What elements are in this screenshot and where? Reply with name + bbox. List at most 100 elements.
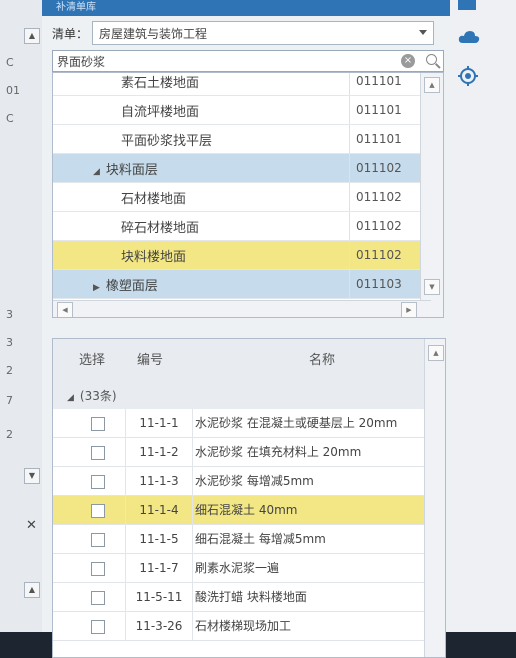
expanded-triangle-icon[interactable]: ◢ <box>93 167 100 177</box>
left-row-1: 01 <box>6 84 20 97</box>
tree-item-code: 011101 <box>349 96 429 124</box>
cloud-icon[interactable] <box>458 30 480 44</box>
table-row[interactable]: 11-1-2 水泥砂浆 在填充材料上 20mm <box>53 438 433 467</box>
tree-item-code: 011103 <box>349 270 429 298</box>
right-toolbar <box>450 0 516 632</box>
table-row[interactable]: 11-1-1 水泥砂浆 在混凝土或硬基层上 20mm <box>53 409 433 438</box>
target-icon[interactable] <box>458 66 478 86</box>
tree-scroll-down-button[interactable]: ▼ <box>424 279 440 295</box>
tree-item-code: 011102 <box>349 154 429 182</box>
list-select-value: 房屋建筑与装饰工程 <box>99 26 208 41</box>
row-code: 11-3-26 <box>125 612 193 641</box>
tree-item[interactable]: 自流坪楼地面 011101 <box>53 96 429 125</box>
row-code: 11-1-3 <box>125 467 193 496</box>
left-row-4: 3 <box>6 336 13 349</box>
table-row[interactable]: 11-1-4 细石混凝土 40mm <box>53 496 433 525</box>
row-name: 刷素水泥浆一遍 <box>195 561 280 575</box>
tree-horizontal-scrollbar[interactable]: ◀ ▶ <box>53 300 431 317</box>
row-code: 11-1-7 <box>125 554 193 583</box>
tree-item-label: 橡塑面层 <box>105 278 158 294</box>
grid-scroll-up-button[interactable]: ▲ <box>428 345 444 361</box>
grid-header: 选择 编号 名称 <box>53 339 433 384</box>
tree-scroll-left-button[interactable]: ◀ <box>57 302 73 317</box>
list-tree: ▶ 橡塑面层 011103 块料楼地面 011102 碎石材楼地面 011102 石材楼地面 0… <box>52 72 444 318</box>
chevron-down-icon <box>419 30 428 35</box>
collapsed-triangle-icon[interactable]: ▶ <box>93 283 100 293</box>
list-select[interactable]: 房屋建筑与装饰工程 <box>92 21 435 45</box>
tree-scroll-right-button[interactable]: ▶ <box>401 302 417 317</box>
tree-item-code: 011102 <box>349 241 429 269</box>
header-code[interactable]: 编号 <box>137 339 163 383</box>
tree-group[interactable]: ◢ 块料面层 011102 <box>53 154 429 183</box>
search-input[interactable]: 界面砂浆 <box>57 53 105 70</box>
tree-scroll-up-button[interactable]: ▲ <box>424 77 440 93</box>
search-box[interactable]: 界面砂浆 × <box>52 50 444 72</box>
tree-item-label: 块料面层 <box>105 162 158 178</box>
list-library-panel: 补清单库 清单： 房屋建筑与装饰工程 界面砂浆 × ▶ 橡塑面层 011103 块料楼… <box>42 0 450 658</box>
table-row[interactable]: 11-5-11 酸洗打蜡 块料楼地面 <box>53 583 433 612</box>
tree-item-code: 011102 <box>349 212 429 240</box>
row-checkbox[interactable] <box>91 504 105 518</box>
row-checkbox[interactable] <box>91 417 105 431</box>
row-code: 11-1-5 <box>125 525 193 554</box>
row-checkbox[interactable] <box>91 533 105 547</box>
grid-group-row[interactable]: ◢ (33条) <box>53 383 433 409</box>
grid-vertical-scrollbar[interactable]: ▲ <box>424 339 445 657</box>
tree-item-code: 011101 <box>349 125 429 153</box>
tree-item-label: 平面砂浆找平层 <box>121 133 213 149</box>
tree-item-label: 碎石材楼地面 <box>121 220 200 236</box>
table-row[interactable]: 11-1-5 细石混凝土 每增减5mm <box>53 525 433 554</box>
row-checkbox[interactable] <box>91 591 105 605</box>
quota-grid: 选择 编号 名称 ◢ (33条) 11-1-1 水泥砂浆 在混凝土或硬基层上 20m… <box>52 338 446 658</box>
tree-item-code: 011102 <box>349 183 429 211</box>
left-scroll-up-button-2[interactable]: ▲ <box>24 582 40 598</box>
tree-item-label: 石材楼地面 <box>121 191 187 207</box>
toolbar: 清单： 房屋建筑与装饰工程 <box>42 16 450 50</box>
row-checkbox[interactable] <box>91 562 105 576</box>
panel-icon[interactable] <box>458 0 476 10</box>
row-name: 水泥砂浆 每增减5mm <box>195 474 314 488</box>
tree-item[interactable]: 平面砂浆找平层 011101 <box>53 125 429 154</box>
left-row-5: 2 <box>6 364 13 377</box>
row-code: 11-5-11 <box>125 583 193 612</box>
row-code: 11-1-1 <box>125 409 193 438</box>
tree-item[interactable]: 素石土楼地面 011101 <box>53 73 429 96</box>
row-name: 水泥砂浆 在混凝土或硬基层上 20mm <box>195 416 398 430</box>
group-count: (33条) <box>79 389 117 403</box>
tree-item-label: 块料楼地面 <box>121 249 187 265</box>
left-dropdown-button[interactable]: ▼ <box>24 468 40 484</box>
row-code: 11-1-2 <box>125 438 193 467</box>
left-row-2: C <box>6 112 14 125</box>
table-row[interactable]: 11-3-26 石材楼梯现场加工 <box>53 612 433 641</box>
tree-item[interactable]: 石材楼地面 011102 <box>53 183 429 212</box>
row-name: 酸洗打蜡 块料楼地面 <box>195 590 307 604</box>
row-name: 细石混凝土 每增减5mm <box>195 532 326 546</box>
row-checkbox[interactable] <box>91 475 105 489</box>
left-row-0: C <box>6 56 14 69</box>
header-select[interactable]: 选择 <box>79 339 105 383</box>
close-icon[interactable]: ✕ <box>26 518 37 533</box>
triangle-down-icon[interactable]: ◢ <box>67 385 74 411</box>
tree-item[interactable]: 碎石材楼地面 011102 <box>53 212 429 241</box>
row-name: 水泥砂浆 在填充材料上 20mm <box>195 445 362 459</box>
panel-title: 补清单库 <box>42 0 450 16</box>
table-row[interactable]: 11-1-7 刷素水泥浆一遍 <box>53 554 433 583</box>
header-name[interactable]: 名称 <box>309 339 335 383</box>
tree-group[interactable]: ▶ 橡塑面层 011103 <box>53 270 429 299</box>
table-row[interactable]: 11-1-3 水泥砂浆 每增减5mm <box>53 467 433 496</box>
left-scroll-up-button[interactable]: ▲ <box>24 28 40 44</box>
row-checkbox[interactable] <box>91 446 105 460</box>
clear-search-icon[interactable]: × <box>401 54 415 68</box>
tree-item-code: 011101 <box>349 73 429 95</box>
left-panel-strip: ▲ C 01 C 3 3 2 7 2 ▼ ✕ ▲ <box>0 0 43 632</box>
row-name: 石材楼梯现场加工 <box>195 619 292 633</box>
left-row-7: 2 <box>6 428 13 441</box>
tree-item-label: 素石土楼地面 <box>121 75 200 91</box>
left-row-3: 3 <box>6 308 13 321</box>
list-label: 清单： <box>52 26 89 41</box>
tree-vertical-scrollbar[interactable]: ▲ ▼ <box>420 73 443 317</box>
row-name: 细石混凝土 40mm <box>195 503 298 517</box>
row-code: 11-1-4 <box>125 496 193 525</box>
tree-item[interactable]: 块料楼地面 011102 <box>53 241 429 270</box>
magnifier-icon[interactable] <box>426 54 437 65</box>
